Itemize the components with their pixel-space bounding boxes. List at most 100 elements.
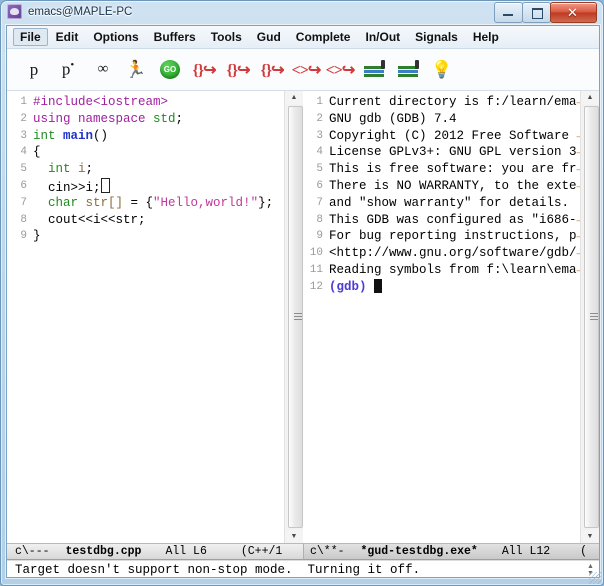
- title-bar[interactable]: emacs@MAPLE-PC ✕: [1, 1, 603, 25]
- source-line: 2 using namespace std;: [7, 111, 285, 128]
- menu-item-buffers[interactable]: Buffers: [147, 28, 203, 46]
- gdb-line: 7 and "show warranty" for details.: [303, 195, 581, 212]
- line-text: char str[] = {"Hello,world!"};: [33, 195, 285, 212]
- line-text: using namespace std;: [33, 111, 285, 128]
- token: }: [33, 229, 41, 244]
- line-number: 6: [20, 179, 27, 192]
- source-line: 4{: [7, 144, 285, 161]
- gdb-line: 9 For bug reporting instructions, p→: [303, 228, 581, 245]
- editor-panes: 1 #include<iostream> 2 using namespace std;…: [7, 91, 599, 543]
- menu-item-in-out[interactable]: In/Out: [358, 28, 407, 46]
- line-number: 7: [20, 196, 27, 209]
- up-stack-icon[interactable]: [357, 54, 391, 86]
- gdb-line: 4 License GPLv3+: GNU GPL version 3→: [303, 144, 581, 161]
- source-line: 6 cin>>i;: [7, 177, 285, 195]
- token: std: [153, 111, 176, 126]
- line-number: 11: [309, 263, 323, 276]
- scroll-up-icon[interactable]: ▲: [587, 563, 594, 570]
- step-out-icon[interactable]: {}↪: [255, 54, 289, 86]
- gdb-text-area[interactable]: 1 Current directory is f:/learn/ema→ 2 GNU …: [303, 91, 581, 543]
- token: #include<iostream>: [33, 95, 169, 109]
- source-text-area[interactable]: 1 #include<iostream> 2 using namespace std;…: [7, 91, 285, 543]
- scroll-grip-icon: [590, 313, 598, 322]
- menu-item-tools[interactable]: Tools: [204, 28, 249, 46]
- minimize-button[interactable]: [494, 2, 523, 23]
- source-scrollbar[interactable]: ▲ ▼: [284, 91, 303, 543]
- token: i: [78, 162, 86, 177]
- source-line: 9}: [7, 228, 285, 245]
- line-text: #include<iostream>: [33, 94, 285, 111]
- token: using namespace: [33, 111, 154, 126]
- title-bar-left: emacs@MAPLE-PC: [7, 4, 132, 19]
- token: str[]: [85, 195, 124, 210]
- go-icon[interactable]: GO: [153, 54, 187, 86]
- line-text: Reading symbols from f:\learn\ema→: [329, 262, 581, 279]
- step-instr-icon[interactable]: <>↪: [323, 54, 357, 86]
- run-icon[interactable]: 🏃: [119, 54, 153, 86]
- minibuffer[interactable]: Target doesn't support non-stop mode. Tu…: [7, 560, 599, 577]
- close-button[interactable]: ✕: [550, 2, 597, 23]
- gdb-mode-line[interactable]: c\**- *gud-testdbg.exe* All L12 (: [303, 543, 599, 560]
- token: (gdb): [329, 279, 375, 294]
- print-icon[interactable]: p: [17, 54, 51, 86]
- token: {: [33, 145, 41, 160]
- step-into-icon[interactable]: {}↪: [187, 54, 221, 86]
- token: "Hello,world!": [153, 195, 259, 210]
- source-coding: c\---: [15, 545, 50, 558]
- line-text: There is NO WARRANTY, to the exte→: [329, 178, 581, 195]
- scroll-up-icon[interactable]: ▲: [285, 91, 303, 104]
- gdb-line: 2 GNU gdb (GDB) 7.4: [303, 111, 581, 128]
- gdb-line: 5 This is free software: you are fr→: [303, 161, 581, 178]
- gdb-line: 6 There is NO WARRANTY, to the exte→: [303, 178, 581, 195]
- menu-item-gud[interactable]: Gud: [250, 28, 288, 46]
- menu-item-edit[interactable]: Edit: [49, 28, 86, 46]
- token: Reading symbols from f:\learn\ema: [329, 262, 577, 277]
- menu-item-signals[interactable]: Signals: [408, 28, 465, 46]
- line-text: }: [33, 228, 285, 245]
- menu-item-complete[interactable]: Complete: [289, 28, 358, 46]
- token: = {: [123, 195, 154, 210]
- token: <http://www.gnu.org/software/gdb/: [329, 246, 577, 261]
- token: GNU gdb (GDB) 7.4: [329, 111, 457, 126]
- watch-icon[interactable]: ∞: [85, 54, 119, 86]
- menu-item-options[interactable]: Options: [86, 28, 145, 46]
- token: and "show warranty" for details.: [329, 195, 570, 210]
- scroll-down-icon[interactable]: ▼: [581, 530, 599, 543]
- step-over-icon[interactable]: {}↪: [221, 54, 255, 86]
- scroll-down-icon[interactable]: ▼: [285, 530, 303, 543]
- down-stack-icon[interactable]: [391, 54, 425, 86]
- next-instr-icon[interactable]: <>↪: [289, 54, 323, 86]
- text-cursor: [374, 278, 383, 293]
- print-star-icon[interactable]: p•: [51, 54, 85, 86]
- scroll-thumb[interactable]: [584, 106, 599, 528]
- line-text: and "show warranty" for details.: [329, 195, 581, 212]
- gdb-pane[interactable]: 1 Current directory is f:/learn/ema→ 2 GNU …: [303, 91, 599, 543]
- resize-grip[interactable]: [589, 572, 601, 584]
- line-text: License GPLv3+: GNU GPL version 3→: [329, 144, 581, 161]
- menu-item-file[interactable]: File: [13, 28, 48, 46]
- token: ;: [85, 162, 94, 177]
- emacs-window: emacs@MAPLE-PC ✕ File Edit Options Buffers T…: [0, 0, 604, 586]
- token: Copyright (C) 2012 Free Software: [329, 128, 577, 143]
- token: int: [33, 162, 79, 177]
- source-pane[interactable]: 1 #include<iostream> 2 using namespace std;…: [7, 91, 303, 543]
- source-mode-line[interactable]: c\--- testdbg.cpp All L6 (C++/1: [7, 543, 303, 560]
- token: There is NO WARRANTY, to the exte: [329, 178, 577, 193]
- source-major-mode: (C++/1: [240, 545, 283, 558]
- token: ;: [175, 111, 184, 126]
- token: (): [93, 128, 109, 143]
- line-number: 12: [309, 280, 323, 293]
- gdb-scrollbar[interactable]: ▲ ▼: [580, 91, 599, 543]
- scroll-up-icon[interactable]: ▲: [581, 91, 599, 104]
- line-number: 1: [20, 96, 27, 108]
- menu-item-help[interactable]: Help: [466, 28, 506, 46]
- gdb-position: All L12: [501, 545, 551, 558]
- line-number: 7: [316, 196, 323, 209]
- tool-bar: p p• ∞ 🏃 GO {}↪ {}↪ {}↪ <>↪ <>↪ 💡: [7, 49, 599, 91]
- line-text: cin>>i;: [33, 177, 285, 195]
- scroll-thumb[interactable]: [288, 106, 303, 528]
- lamp-icon[interactable]: 💡: [425, 54, 459, 86]
- line-number: 3: [316, 129, 323, 142]
- line-text: int main(): [33, 128, 285, 145]
- maximize-button[interactable]: [522, 2, 551, 23]
